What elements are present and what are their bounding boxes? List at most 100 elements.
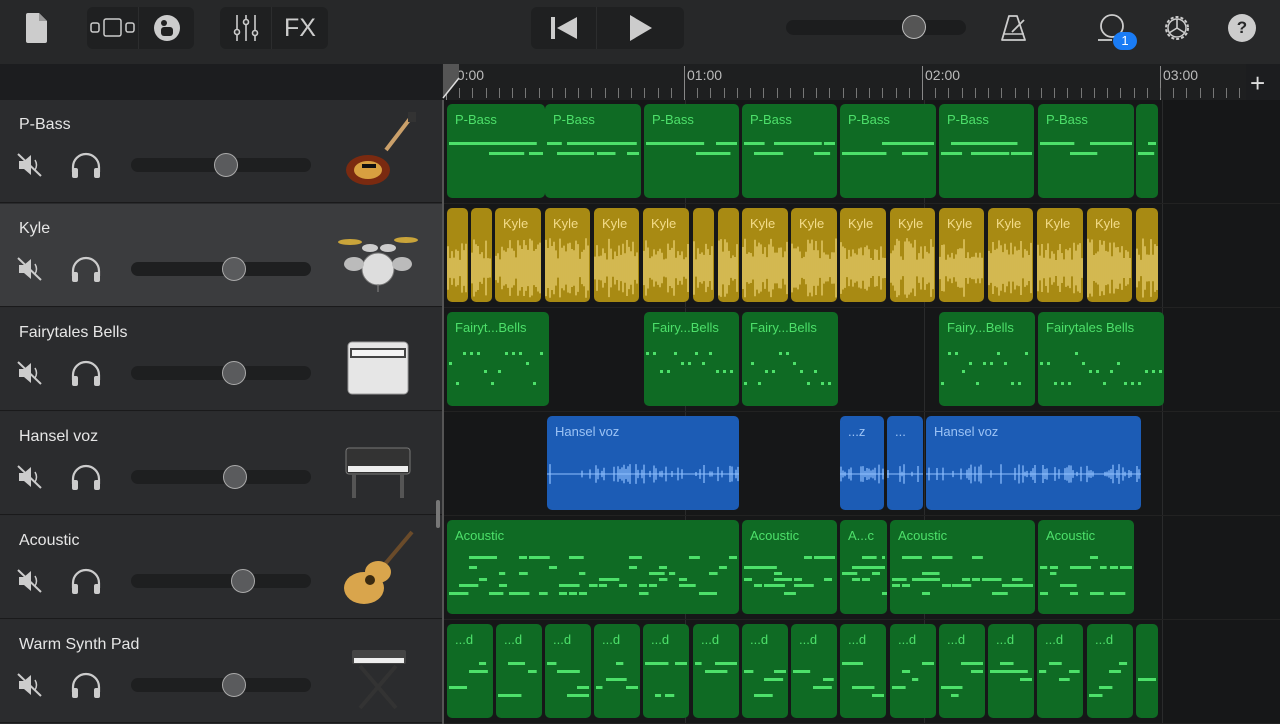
track-header-p-bass[interactable]: P-Bass [0, 100, 442, 203]
region[interactable]: Fairy...Bells [644, 312, 739, 406]
region[interactable]: ...d [988, 624, 1034, 718]
region[interactable]: Kyle [890, 208, 935, 302]
region[interactable]: ...z [840, 416, 884, 510]
electric-piano-icon[interactable] [338, 422, 418, 504]
master-volume-slider[interactable] [786, 15, 966, 39]
region[interactable]: Acoustic [1038, 520, 1134, 614]
region[interactable]: ...d [693, 624, 739, 718]
playhead[interactable] [442, 64, 462, 100]
track-volume-knob[interactable] [214, 153, 239, 177]
fx-button[interactable]: FX [272, 7, 328, 49]
timeline-ruler[interactable]: 00:00 01:00 02:00 03:00 [442, 64, 1246, 100]
region[interactable]: Acoustic [447, 520, 739, 614]
region[interactable]: Kyle [742, 208, 788, 302]
track-volume-knob[interactable] [223, 465, 248, 489]
region[interactable]: ...d [496, 624, 542, 718]
track-volume-slider[interactable] [131, 574, 311, 588]
track-lane[interactable]: ...d ...d ...d ...d ...d ...d ...d ...d ...d ...d… [444, 620, 1280, 724]
track-header-acoustic[interactable]: Acoustic [0, 516, 442, 619]
track-lane[interactable]: Kyle Kyle Kyle Kyle Kyle Kyle Kyle Kyle Kyle Kyle… [444, 204, 1280, 308]
region[interactable]: P-Bass [742, 104, 837, 198]
region[interactable]: Fairytales Bells [1038, 312, 1164, 406]
region[interactable]: Kyle [988, 208, 1033, 302]
region[interactable]: ...d [742, 624, 788, 718]
headphones-icon[interactable] [70, 152, 102, 180]
mute-icon[interactable] [16, 568, 44, 594]
region[interactable]: Acoustic [890, 520, 1035, 614]
region[interactable]: ...d [545, 624, 591, 718]
organ-icon[interactable] [338, 318, 418, 400]
add-section-button[interactable]: + [1250, 68, 1265, 99]
region[interactable]: Acoustic [742, 520, 837, 614]
headphones-icon[interactable] [70, 360, 102, 388]
region[interactable]: P-Bass [447, 104, 545, 198]
track-volume-knob[interactable] [221, 361, 246, 385]
track-lane[interactable]: Fairyt...Bells Fairy...Bells Fairy...Bells… [444, 308, 1280, 412]
drummer-button[interactable] [139, 7, 194, 49]
track-volume-slider[interactable] [131, 470, 311, 484]
track-header-hansel-voz[interactable]: Hansel voz [0, 412, 442, 515]
headphones-icon[interactable] [70, 464, 102, 492]
region[interactable] [718, 208, 739, 302]
skip-back-button[interactable] [531, 7, 597, 49]
play-button[interactable] [597, 7, 684, 49]
region[interactable]: Hansel voz [926, 416, 1141, 510]
region[interactable] [447, 208, 468, 302]
region[interactable]: Kyle [495, 208, 541, 302]
track-volume-knob[interactable] [221, 257, 246, 281]
headphones-icon[interactable] [70, 256, 102, 284]
metronome-icon[interactable] [1000, 14, 1028, 42]
mute-icon[interactable] [16, 360, 44, 386]
headphones-icon[interactable] [70, 568, 102, 596]
region[interactable]: P-Bass [644, 104, 739, 198]
region[interactable]: ...d [643, 624, 689, 718]
region[interactable]: Fairy...Bells [742, 312, 838, 406]
region[interactable]: ...d [840, 624, 886, 718]
track-volume-knob[interactable] [221, 673, 246, 697]
region[interactable]: P-Bass [1038, 104, 1134, 198]
region[interactable]: ...d [1087, 624, 1133, 718]
region[interactable] [471, 208, 492, 302]
region[interactable]: Fairy...Bells [939, 312, 1035, 406]
region[interactable]: Kyle [643, 208, 689, 302]
region[interactable]: Kyle [1037, 208, 1083, 302]
mute-icon[interactable] [16, 256, 44, 282]
track-lane[interactable]: Acoustic Acoustic A...c Acoustic Acoustic [444, 516, 1280, 620]
region[interactable]: Fairyt...Bells [447, 312, 549, 406]
region[interactable]: ...d [594, 624, 640, 718]
region[interactable]: ...d [890, 624, 936, 718]
region[interactable]: P-Bass [939, 104, 1034, 198]
track-header-kyle[interactable]: Kyle [0, 204, 442, 307]
header-resize-handle[interactable] [436, 500, 440, 528]
region[interactable]: Hansel voz [547, 416, 739, 510]
mute-icon[interactable] [16, 672, 44, 698]
document-icon[interactable] [26, 13, 48, 43]
synth-keyboard-icon[interactable] [338, 630, 418, 712]
region[interactable]: Kyle [791, 208, 837, 302]
mute-icon[interactable] [16, 152, 44, 178]
region[interactable] [693, 208, 714, 302]
region[interactable]: Kyle [545, 208, 590, 302]
bass-guitar-icon[interactable] [338, 110, 418, 192]
region[interactable]: Kyle [840, 208, 886, 302]
track-lane[interactable]: P-Bass P-Bass P-Bass P-Bass P-Bass P-Bass P-Ba… [444, 100, 1280, 204]
settings-icon[interactable] [1162, 13, 1192, 43]
help-button[interactable]: ? [1228, 14, 1256, 42]
acoustic-guitar-icon[interactable] [338, 526, 418, 608]
region[interactable]: A...c [840, 520, 887, 614]
track-lane[interactable]: Hansel voz ...z... Hansel voz [444, 412, 1280, 516]
region[interactable]: ...d [447, 624, 493, 718]
headphones-icon[interactable] [70, 672, 102, 700]
drum-kit-icon[interactable] [338, 214, 418, 296]
region[interactable]: P-Bass [545, 104, 641, 198]
region[interactable]: Kyle [594, 208, 639, 302]
track-view-button[interactable] [87, 7, 139, 49]
track-header-fairytales-bells[interactable]: Fairytales Bells [0, 308, 442, 411]
track-volume-knob[interactable] [230, 569, 255, 593]
region[interactable]: ...d [791, 624, 837, 718]
region[interactable]: ... [887, 416, 923, 510]
master-volume-knob[interactable] [901, 15, 926, 39]
region[interactable] [1136, 624, 1158, 718]
region[interactable] [1136, 104, 1158, 198]
region[interactable] [1136, 208, 1158, 302]
